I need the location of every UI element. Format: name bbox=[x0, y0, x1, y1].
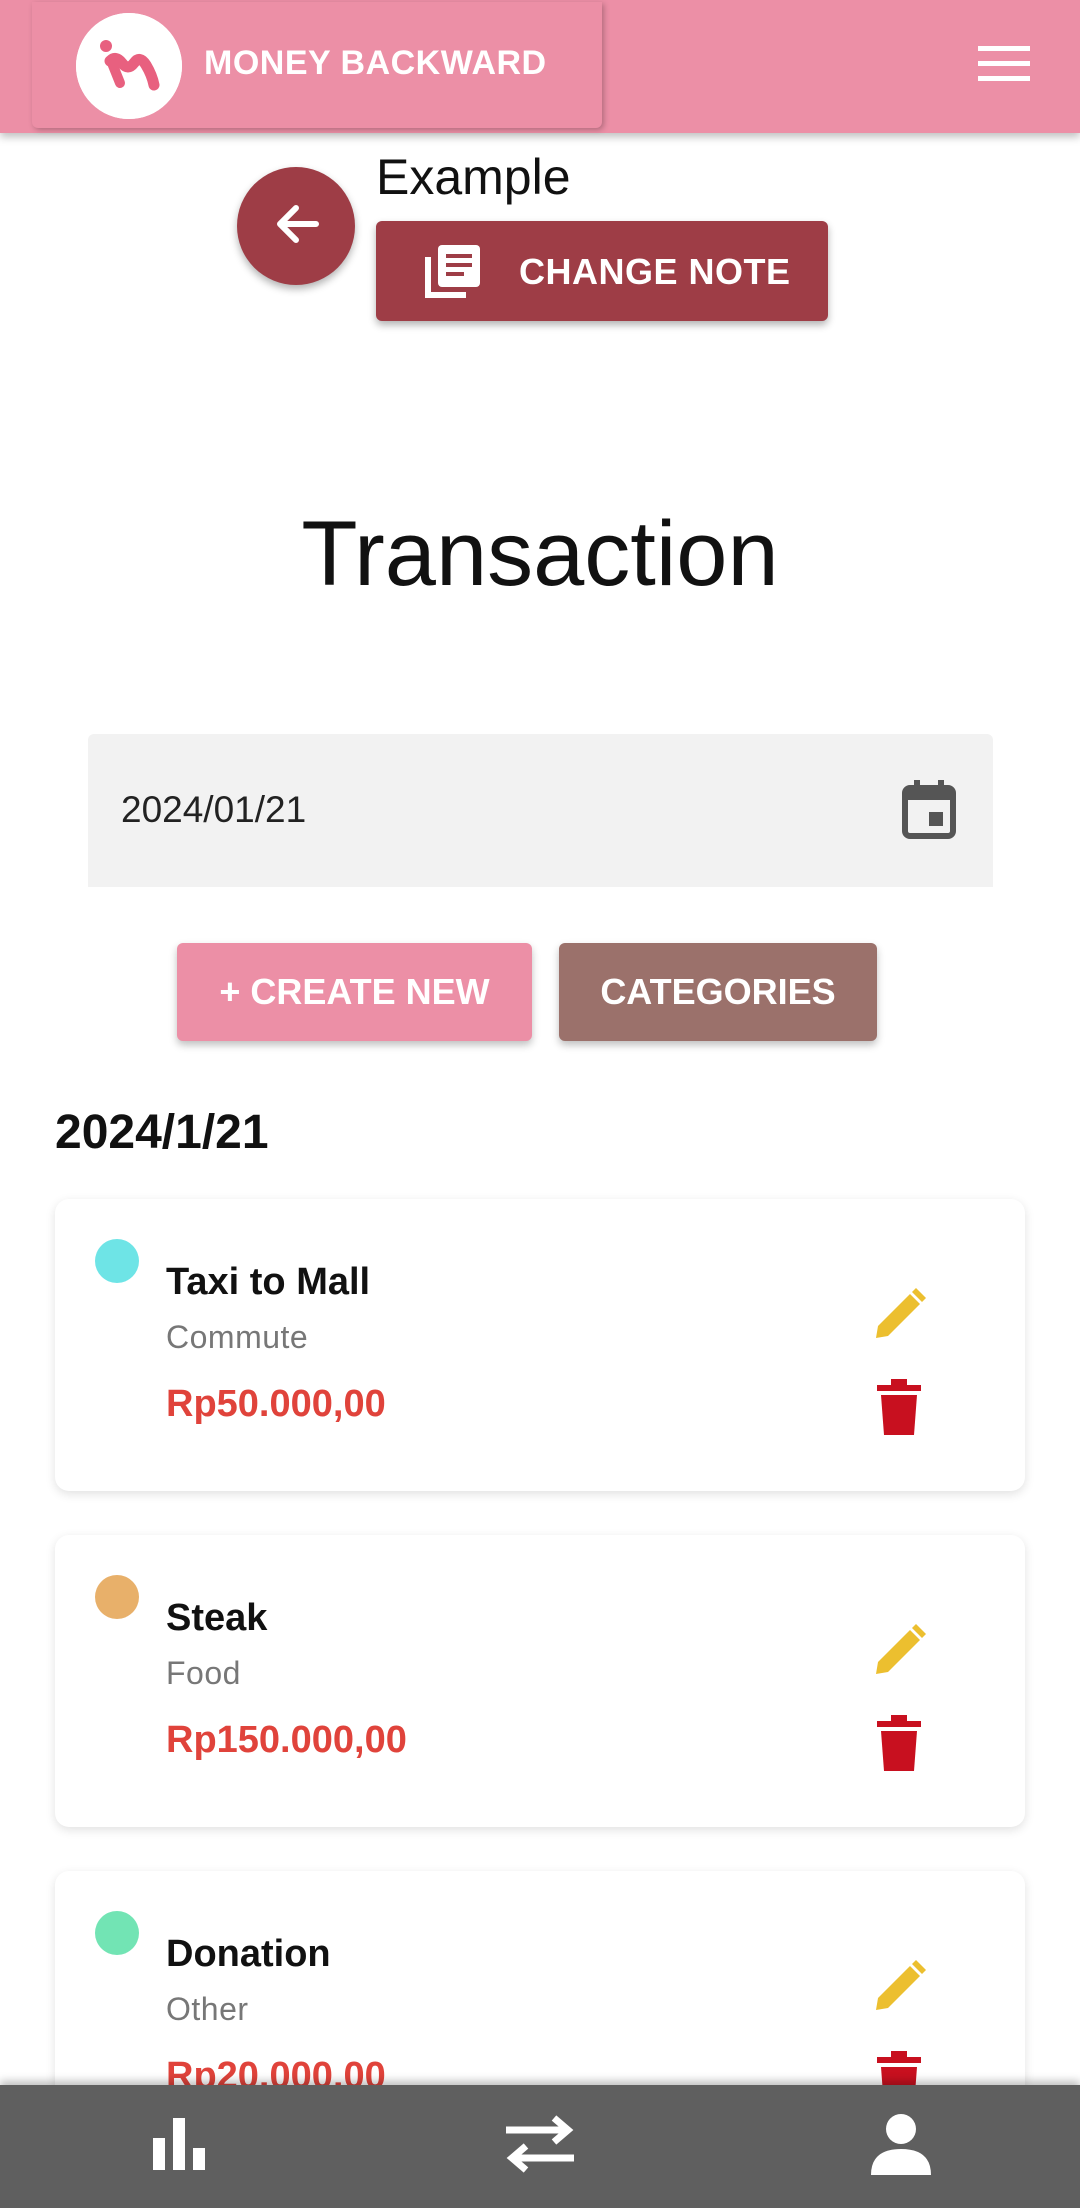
categories-button[interactable]: CATEGORIES bbox=[559, 943, 877, 1041]
pencil-icon[interactable] bbox=[870, 1622, 928, 1680]
bar-chart-icon bbox=[151, 2118, 209, 2175]
pencil-icon[interactable] bbox=[870, 1286, 928, 1344]
brand-name: MONEY BACKWARD bbox=[204, 44, 547, 82]
transaction-name: Donation bbox=[166, 1933, 331, 1975]
transaction-name: Taxi to Mall bbox=[166, 1261, 371, 1303]
brand[interactable]: MONEY BACKWARD bbox=[32, 2, 602, 128]
transaction-card[interactable]: Taxi to Mall Commute Rp50.000,00 bbox=[55, 1199, 1025, 1491]
transaction-name: Steak bbox=[166, 1597, 268, 1639]
category-color-dot bbox=[95, 1239, 139, 1283]
transaction-group-date: 2024/1/21 bbox=[55, 1106, 269, 1159]
nav-profile[interactable] bbox=[821, 2085, 981, 2208]
nav-statistics[interactable] bbox=[100, 2085, 260, 2208]
arrow-left-icon bbox=[270, 198, 322, 255]
transaction-card[interactable]: Steak Food Rp150.000,00 bbox=[55, 1535, 1025, 1827]
create-new-button[interactable]: + CREATE NEW bbox=[177, 943, 532, 1041]
swap-arrows-icon bbox=[502, 2114, 578, 2179]
person-icon bbox=[869, 2113, 933, 2180]
transaction-amount: Rp50.000,00 bbox=[166, 1383, 386, 1425]
app-header: MONEY BACKWARD bbox=[0, 0, 1080, 133]
pencil-icon[interactable] bbox=[870, 1958, 928, 2016]
date-field[interactable]: 2024/01/21 bbox=[88, 734, 993, 887]
app-screen: MONEY BACKWARD Example CHANGE NOTE Trans… bbox=[0, 0, 1080, 2208]
transaction-category: Food bbox=[166, 1655, 241, 1691]
category-color-dot bbox=[95, 1575, 139, 1619]
nav-transactions[interactable] bbox=[460, 2085, 620, 2208]
category-color-dot bbox=[95, 1911, 139, 1955]
bottom-navigation bbox=[0, 2085, 1080, 2208]
transaction-category: Other bbox=[166, 1991, 249, 2027]
page-title: Transaction bbox=[301, 503, 779, 605]
note-title: Example bbox=[376, 149, 571, 205]
hamburger-menu-icon[interactable] bbox=[978, 44, 1030, 84]
back-button[interactable] bbox=[237, 167, 355, 285]
date-value: 2024/01/21 bbox=[121, 789, 307, 830]
transaction-amount: Rp150.000,00 bbox=[166, 1719, 407, 1761]
change-note-button[interactable]: CHANGE NOTE bbox=[376, 221, 828, 321]
change-note-label: CHANGE NOTE bbox=[519, 251, 791, 292]
trash-icon[interactable] bbox=[875, 1715, 923, 1773]
calendar-icon[interactable] bbox=[901, 778, 957, 840]
library-books-icon bbox=[424, 243, 482, 304]
transaction-category: Commute bbox=[166, 1319, 309, 1355]
trash-icon[interactable] bbox=[875, 1379, 923, 1437]
app-logo-icon bbox=[76, 13, 182, 119]
